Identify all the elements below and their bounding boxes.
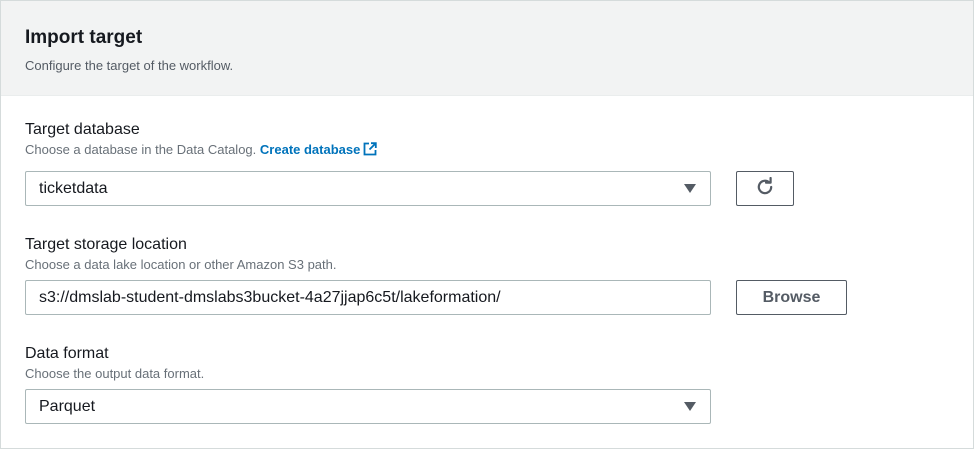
target-storage-description: Choose a data lake location or other Ama… xyxy=(25,257,337,272)
target-database-description-text: Choose a database in the Data Catalog. xyxy=(25,142,257,157)
chevron-down-icon xyxy=(684,402,696,411)
target-storage-field: Target storage location Choose a data la… xyxy=(25,235,336,273)
target-database-select-value: ticketdata xyxy=(39,180,108,197)
panel-description: Configure the target of the workflow. xyxy=(25,58,234,73)
data-format-field: Data format Choose the output data forma… xyxy=(25,344,204,382)
target-storage-input-value: s3://dmslab-student-dmslabs3bucket-4a27j… xyxy=(39,289,501,306)
data-format-label: Data format xyxy=(25,345,109,362)
refresh-icon xyxy=(755,176,775,209)
create-database-link[interactable]: Create database xyxy=(259,142,378,160)
target-database-field: Target database Choose a database in the… xyxy=(25,120,378,160)
panel-title: Import target xyxy=(25,27,143,48)
data-format-select-value: Parquet xyxy=(39,398,96,415)
data-format-select[interactable]: Parquet xyxy=(25,389,711,424)
target-storage-input[interactable]: s3://dmslab-student-dmslabs3bucket-4a27j… xyxy=(25,280,711,315)
target-database-description: Choose a database in the Data Catalog. C… xyxy=(25,142,378,160)
refresh-button[interactable] xyxy=(736,171,794,206)
create-database-link-label: Create database xyxy=(259,142,361,157)
target-storage-label: Target storage location xyxy=(25,236,187,253)
import-target-panel: Import target Configure the target of th… xyxy=(0,0,974,449)
target-database-label: Target database xyxy=(25,121,140,138)
browse-button[interactable]: Browse xyxy=(736,280,847,315)
data-format-description: Choose the output data format. xyxy=(25,366,205,381)
browse-button-label: Browse xyxy=(762,289,821,306)
target-database-select[interactable]: ticketdata xyxy=(25,171,711,206)
external-link-icon xyxy=(363,142,378,160)
panel-header: Import target Configure the target of th… xyxy=(1,1,973,96)
chevron-down-icon xyxy=(684,184,696,193)
